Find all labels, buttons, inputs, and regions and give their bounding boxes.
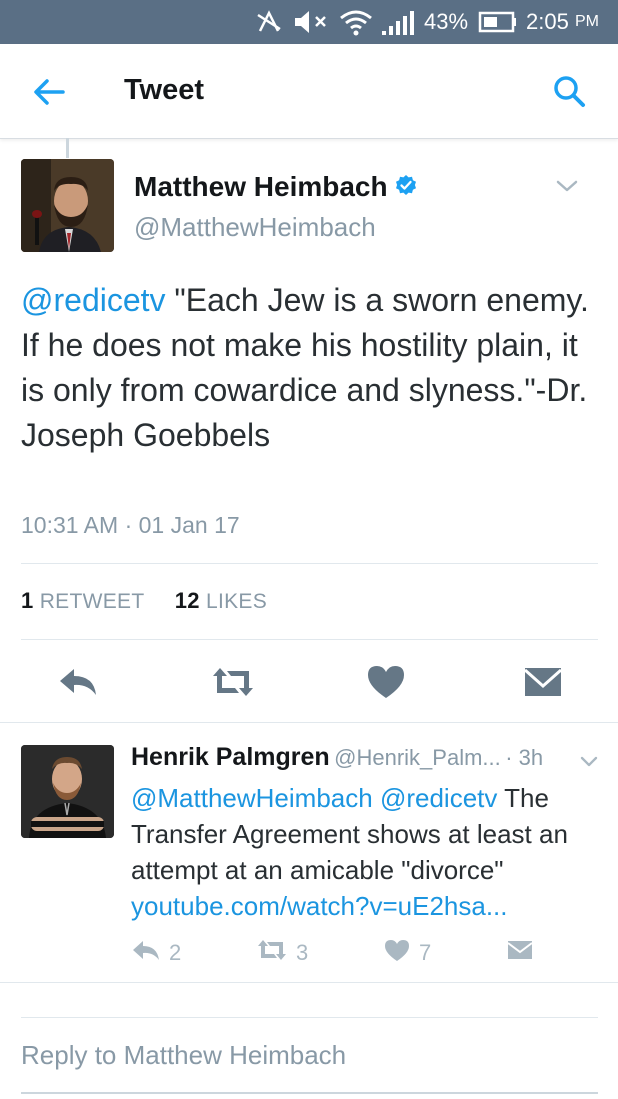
reply-like-button[interactable]: 7: [383, 939, 431, 967]
search-icon[interactable]: [548, 70, 592, 114]
like-count: 7: [419, 940, 432, 965]
reply-text: @MatthewHeimbach @redicetv The Transfer …: [131, 780, 601, 924]
reply-reply-button[interactable]: 2: [131, 939, 181, 967]
clock: 2:05 PM: [526, 9, 599, 34]
reply-author-name[interactable]: Henrik Palmgren: [131, 743, 330, 771]
avatar[interactable]: [21, 159, 114, 252]
likes-label: LIKES: [205, 590, 268, 613]
divider: [0, 982, 618, 983]
reply-dm-button[interactable]: [506, 939, 534, 967]
retweet-count: 3: [296, 940, 309, 965]
chevron-down-icon[interactable]: [553, 172, 581, 200]
external-link[interactable]: youtube.com/watch?v=uE2hsa...: [131, 891, 508, 921]
reply-retweet-button[interactable]: 3: [256, 939, 308, 967]
retweets-label: RETWEET: [39, 590, 145, 613]
tweet-stats: 1 RETWEET 12 LIKES: [21, 588, 267, 614]
divider: [21, 563, 598, 564]
reply-icon: [131, 937, 161, 969]
reply-author-handle[interactable]: @Henrik_Palm...: [334, 745, 501, 770]
tweet-text: @redicetv "Each Jew is a sworn enemy. If…: [21, 278, 601, 458]
battery-icon: [478, 0, 518, 44]
retweet-icon: [256, 937, 288, 969]
reply-avatar[interactable]: [21, 745, 114, 838]
chevron-down-icon[interactable]: [578, 750, 600, 772]
wifi-icon: [338, 0, 374, 44]
data-off-icon: [254, 0, 284, 44]
retweets-count: 1: [21, 588, 34, 613]
app-bar: Tweet: [0, 44, 618, 139]
verified-badge-icon: [394, 173, 418, 205]
retweet-icon[interactable]: [209, 660, 253, 704]
like-icon[interactable]: [364, 660, 408, 704]
direct-message-icon[interactable]: [521, 660, 565, 704]
direct-message-icon: [506, 937, 534, 969]
battery-percentage: 43%: [424, 9, 469, 34]
likes-stat[interactable]: 12 LIKES: [174, 588, 268, 613]
mention-link[interactable]: @redicetv: [380, 783, 497, 813]
reply-age: · 3h: [505, 745, 544, 770]
reply-count: 2: [169, 940, 182, 965]
author-handle[interactable]: @MatthewHeimbach: [134, 212, 376, 243]
page-title: Tweet: [124, 74, 205, 106]
likes-count: 12: [174, 588, 200, 613]
divider: [21, 639, 598, 640]
retweets-stat[interactable]: 1 RETWEET: [21, 588, 145, 613]
divider: [0, 722, 618, 723]
mention-link[interactable]: @MatthewHeimbach: [131, 783, 373, 813]
reply-header: Henrik Palmgren @Henrik_Palm... · 3h: [131, 743, 543, 772]
back-arrow-icon[interactable]: [28, 72, 68, 112]
status-bar: 43% 2:05 PM: [0, 0, 618, 44]
thread-line: [66, 138, 69, 158]
reply-input[interactable]: [21, 1017, 598, 1094]
reply-icon[interactable]: [56, 660, 100, 704]
mention-link[interactable]: @redicetv: [21, 282, 166, 318]
mute-icon: [292, 0, 330, 44]
author-name-text: Matthew Heimbach: [134, 171, 388, 202]
like-icon: [383, 937, 411, 969]
signal-icon: [380, 0, 418, 44]
author-name[interactable]: Matthew Heimbach: [134, 171, 418, 205]
tweet-timestamp: 10:31 AM · 01 Jan 17: [21, 512, 240, 538]
